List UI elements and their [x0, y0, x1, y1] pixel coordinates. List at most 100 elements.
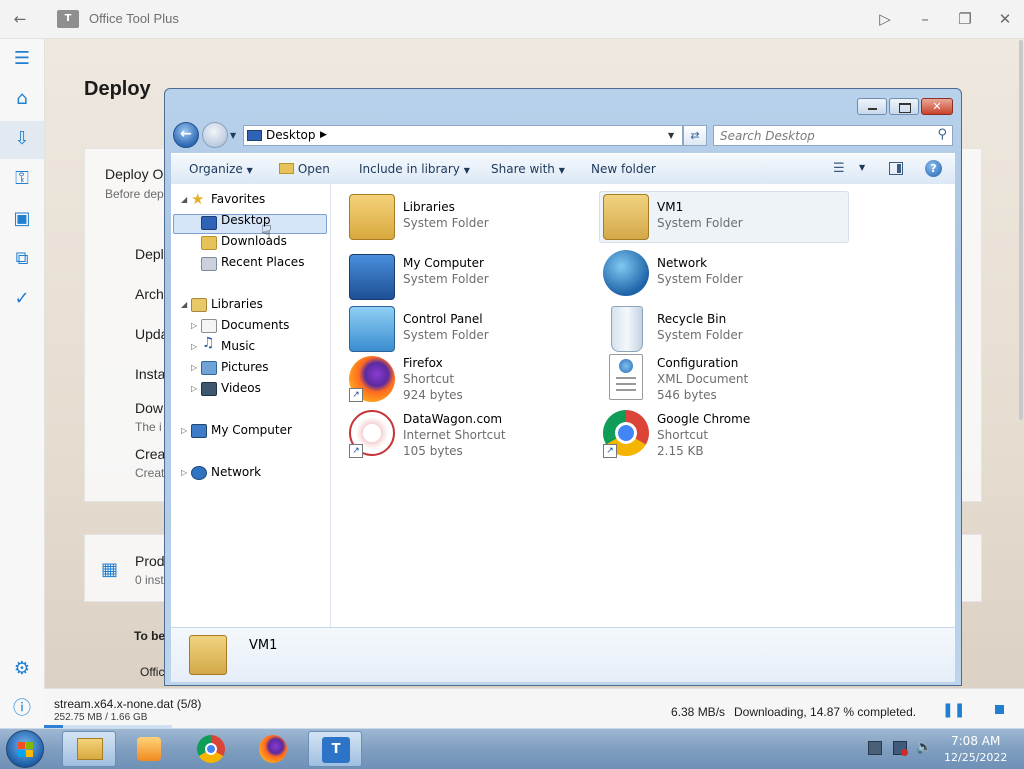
nav-downloads[interactable]: Downloads [221, 234, 287, 248]
restore-button[interactable]: ❐ [945, 0, 985, 38]
explorer-minimize-button[interactable] [857, 98, 887, 115]
close-button[interactable]: ✕ [985, 0, 1024, 38]
info-icon[interactable]: ⓘ [10, 697, 34, 721]
nav-my-computer[interactable]: My Computer [211, 423, 292, 437]
expanded-arrow-icon[interactable]: ◢ [181, 195, 187, 204]
explorer-maximize-button[interactable] [889, 98, 919, 115]
view-dropdown-icon[interactable]: ▼ [859, 163, 865, 172]
pictures-icon [201, 361, 217, 375]
recent-places-icon [201, 257, 217, 271]
menu-icon[interactable]: ☰ [10, 47, 34, 71]
file-item-datawagon[interactable]: ↗ DataWagon.com Internet Shortcut 105 by… [349, 410, 589, 462]
file-name: Network [657, 256, 708, 270]
file-type: Internet Shortcut [403, 428, 506, 442]
home-icon[interactable]: ⌂ [10, 87, 34, 111]
clock-date[interactable]: 12/25/2022 [944, 751, 1007, 764]
nav-pictures[interactable]: Pictures [221, 360, 269, 374]
collapsed-arrow-icon[interactable]: ▷ [181, 426, 187, 435]
nav-documents[interactable]: Documents [221, 318, 289, 332]
include-in-library-menu[interactable]: Include in library ▼ [359, 162, 470, 176]
videos-icon [201, 382, 217, 396]
taskbar: T 🔈 7:08 AM 12/25/2022 [0, 728, 1024, 769]
search-input[interactable]: Search Desktop ⚲ [713, 125, 953, 146]
organize-menu[interactable]: Organize ▼ [189, 162, 253, 176]
nav-libraries[interactable]: Libraries [211, 297, 263, 311]
minimize-button[interactable]: – [905, 0, 945, 38]
file-type: System Folder [657, 216, 743, 230]
download-status-text: Downloading, 14.87 % completed. [734, 705, 917, 719]
back-arrow-icon[interactable]: ← [0, 0, 40, 38]
recent-pages-dropdown-icon[interactable]: ▼ [230, 131, 236, 140]
file-item-vm1[interactable]: VM1 System Folder [603, 194, 843, 242]
collapsed-arrow-icon[interactable]: ▷ [191, 321, 197, 330]
file-item-network[interactable]: Network System Folder [603, 250, 843, 298]
nav-favorites[interactable]: Favorites [211, 192, 265, 206]
key-icon[interactable]: ⚿ [10, 167, 34, 191]
chrome-icon [197, 735, 225, 763]
media-player-icon [137, 737, 161, 761]
new-folder-button[interactable]: New folder [591, 162, 656, 176]
preview-pane-icon[interactable] [889, 162, 903, 175]
office-tool-plus-icon: T [322, 737, 350, 763]
compact-mode-icon[interactable]: ▷ [865, 0, 905, 38]
file-item-configuration[interactable]: Configuration XML Document 546 bytes [603, 354, 843, 406]
download-size: 252.75 MB / 1.66 GB [54, 712, 148, 723]
file-item-control-panel[interactable]: Control Panel System Folder [349, 306, 589, 354]
nav-recent-places[interactable]: Recent Places [221, 255, 304, 269]
nav-network[interactable]: Network [211, 465, 261, 479]
details-pane: VM1 [171, 627, 955, 682]
stop-button[interactable] [992, 702, 1008, 718]
chevron-down-icon: ▼ [558, 166, 565, 175]
document-check-icon[interactable]: ✓ [10, 287, 34, 311]
refresh-button[interactable]: ⇄ [683, 125, 707, 146]
file-type: Shortcut [403, 372, 455, 386]
taskbar-media-player[interactable] [122, 731, 176, 767]
clock-time[interactable]: 7:08 AM [951, 734, 1000, 748]
network-tray-icon[interactable] [893, 741, 908, 756]
settings-icon[interactable]: ⚙ [10, 657, 34, 681]
help-icon[interactable]: ? [925, 160, 942, 177]
collapsed-arrow-icon[interactable]: ▷ [181, 468, 187, 477]
breadcrumb-chevron-icon[interactable]: ▶ [320, 130, 327, 140]
file-type: System Folder [657, 328, 743, 342]
hand-cursor-icon: ☟ [261, 222, 272, 243]
navigation-pane: ◢ ★ Favorites Desktop Downloads Recent P… [171, 184, 331, 627]
file-item-libraries[interactable]: Libraries System Folder [349, 194, 589, 242]
share-with-menu[interactable]: Share with ▼ [491, 162, 565, 176]
action-center-icon[interactable] [868, 741, 882, 755]
deploy-icon[interactable]: ⇩ [10, 127, 34, 151]
explorer-close-button[interactable]: ✕ [921, 98, 953, 115]
address-bar[interactable]: Desktop ▶ ▼ [243, 125, 683, 146]
address-dropdown-icon[interactable]: ▼ [668, 131, 674, 140]
open-button[interactable]: Open [279, 162, 330, 176]
taskbar-firefox[interactable] [246, 731, 300, 767]
file-item-google-chrome[interactable]: ↗ Google Chrome Shortcut 2.15 KB [603, 410, 843, 462]
toolbox-icon[interactable]: ▣ [10, 207, 34, 231]
nav-music[interactable]: Music [221, 339, 255, 353]
file-item-my-computer[interactable]: My Computer System Folder [349, 250, 589, 300]
start-button[interactable] [6, 730, 44, 768]
collapsed-arrow-icon[interactable]: ▷ [191, 384, 197, 393]
products-subtitle: 0 inst [135, 573, 164, 587]
nav-videos[interactable]: Videos [221, 381, 261, 395]
taskbar-chrome[interactable] [184, 731, 238, 767]
convert-icon[interactable]: ⧉ [10, 247, 34, 271]
collapsed-arrow-icon[interactable]: ▷ [191, 363, 197, 372]
organize-label: Organize [189, 162, 243, 176]
network-icon [603, 250, 649, 296]
taskbar-explorer[interactable] [62, 731, 116, 767]
expanded-arrow-icon[interactable]: ◢ [181, 300, 187, 309]
file-name: Recycle Bin [657, 312, 727, 326]
scrollbar[interactable] [1019, 40, 1023, 420]
forward-button[interactable] [202, 122, 228, 148]
volume-icon[interactable]: 🔈 [916, 741, 932, 755]
pause-button[interactable]: ❚❚ [942, 702, 965, 718]
back-button[interactable]: ← [173, 122, 199, 148]
change-view-icon[interactable]: ☰ [833, 161, 845, 176]
file-item-recycle-bin[interactable]: Recycle Bin System Folder [603, 306, 843, 354]
file-type: System Folder [403, 272, 489, 286]
search-icon[interactable]: ⚲ [937, 127, 947, 142]
collapsed-arrow-icon[interactable]: ▷ [191, 342, 197, 351]
taskbar-office-tool-plus[interactable]: T [308, 731, 362, 767]
file-item-firefox[interactable]: ↗ Firefox Shortcut 924 bytes [349, 354, 589, 406]
